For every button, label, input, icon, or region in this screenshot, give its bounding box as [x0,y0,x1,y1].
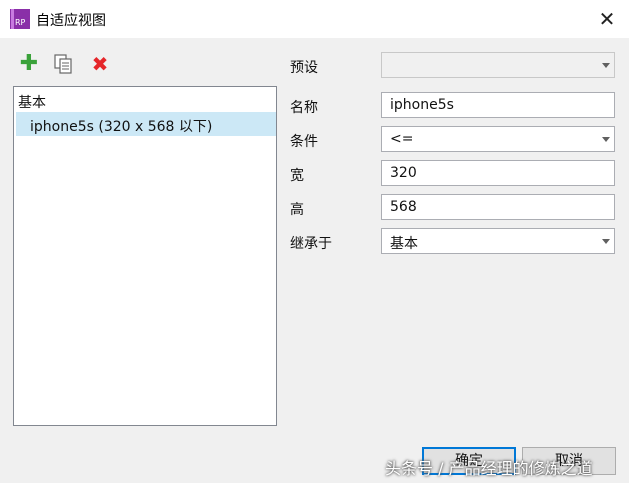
copy-icon [54,54,72,74]
inherit-label: 继承于 [290,236,332,252]
add-view-button[interactable]: ✚ [19,51,39,76]
width-value: 320 [390,165,417,181]
duplicate-view-button[interactable] [53,54,73,74]
name-label: 名称 [290,100,318,116]
window-title: 自适应视图 [36,13,106,29]
delete-icon: ✖ [91,52,109,76]
view-tree[interactable]: 基本 iphone5s (320 x 568 以下) [13,86,277,426]
chevron-down-icon [602,63,610,68]
title-bar: RP 自适应视图 ✕ [0,0,629,38]
chevron-down-icon [602,137,610,142]
plus-icon: ✚ [19,51,39,76]
name-value: iphone5s [390,97,454,113]
inherit-select[interactable]: 基本 [381,228,615,254]
condition-select[interactable]: <= [381,126,615,152]
tree-item-label: iphone5s (320 x 568 以下) [30,119,213,135]
inherit-value: 基本 [390,236,418,252]
name-field[interactable]: iphone5s [381,92,615,118]
delete-view-button[interactable]: ✖ [90,54,110,74]
chevron-down-icon [602,239,610,244]
condition-label: 条件 [290,134,318,150]
width-field[interactable]: 320 [381,160,615,186]
close-icon: ✕ [598,7,616,31]
preset-label: 预设 [290,60,318,76]
height-value: 568 [390,199,417,215]
preset-select[interactable] [381,52,615,78]
width-label: 宽 [290,168,304,184]
height-field[interactable]: 568 [381,194,615,220]
watermark: 头条号 / 产品经理的修炼之道 [385,459,593,478]
height-label: 高 [290,202,304,218]
close-button[interactable]: ✕ [594,6,620,32]
tree-item-base[interactable]: 基本 [18,92,46,112]
condition-value: <= [390,131,414,147]
tree-item-selected[interactable]: iphone5s (320 x 568 以下) [16,112,276,136]
app-logo-icon: RP [10,9,30,29]
